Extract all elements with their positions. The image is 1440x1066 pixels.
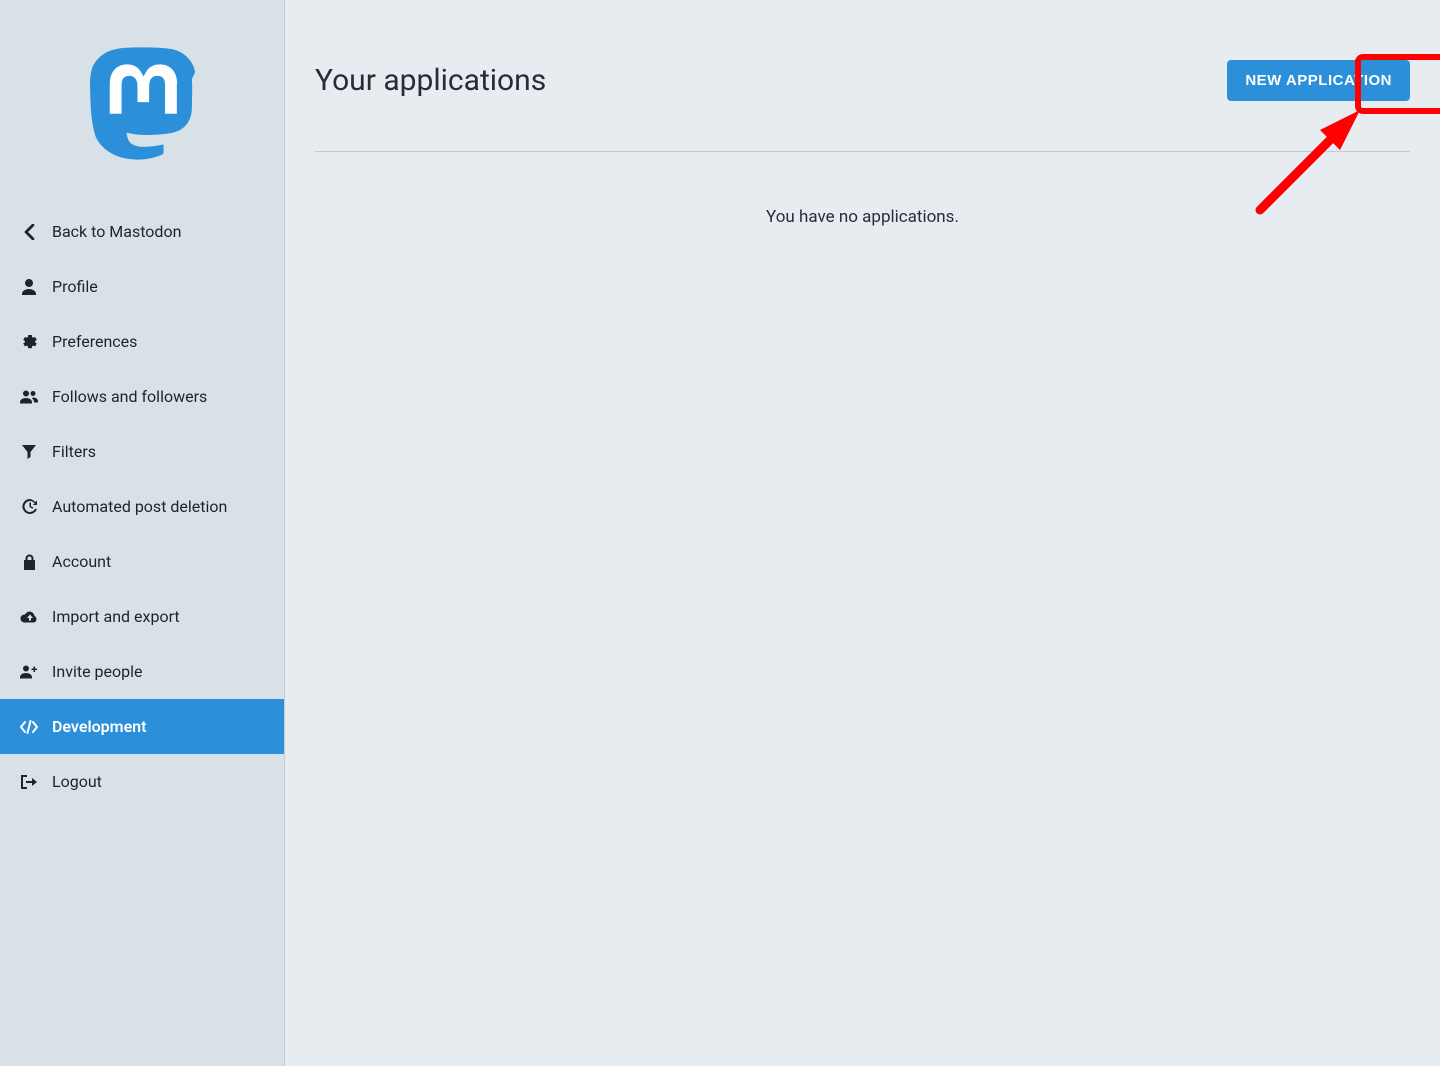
sidebar-item-label: Automated post deletion <box>52 497 227 516</box>
sidebar-item-follows[interactable]: Follows and followers <box>0 369 284 424</box>
sidebar-item-label: Follows and followers <box>52 387 207 406</box>
sidebar-item-label: Invite people <box>52 662 142 681</box>
user-icon <box>20 279 38 295</box>
new-application-button[interactable]: NEW APPLICATION <box>1227 60 1410 101</box>
sidebar-item-label: Import and export <box>52 607 180 626</box>
sidebar-item-logout[interactable]: Logout <box>0 754 284 809</box>
sidebar-item-label: Filters <box>52 442 96 461</box>
cloud-icon <box>20 610 38 624</box>
sidebar-nav: Back to Mastodon Profile Preferences Fol… <box>0 204 284 809</box>
filter-icon <box>20 445 38 459</box>
page-header: Your applications NEW APPLICATION <box>315 60 1410 152</box>
sidebar-item-label: Logout <box>52 772 102 791</box>
page-title: Your applications <box>315 63 546 98</box>
sidebar-item-back[interactable]: Back to Mastodon <box>0 204 284 259</box>
chevron-left-icon <box>20 224 38 240</box>
sidebar-item-import-export[interactable]: Import and export <box>0 589 284 644</box>
sidebar-item-label: Back to Mastodon <box>52 222 181 241</box>
sidebar-item-profile[interactable]: Profile <box>0 259 284 314</box>
history-icon <box>20 499 38 514</box>
sidebar-item-development[interactable]: Development <box>0 699 284 754</box>
code-icon <box>20 720 38 734</box>
sidebar-item-label: Development <box>52 717 146 736</box>
sidebar-item-label: Preferences <box>52 332 137 351</box>
lock-icon <box>20 554 38 570</box>
user-plus-icon <box>20 664 38 679</box>
sidebar-item-account[interactable]: Account <box>0 534 284 589</box>
main-content: Your applications NEW APPLICATION You ha… <box>285 0 1440 1066</box>
logo-area <box>0 0 284 204</box>
sidebar-item-filters[interactable]: Filters <box>0 424 284 479</box>
gear-icon <box>20 334 38 350</box>
empty-state-message: You have no applications. <box>315 152 1410 227</box>
users-icon <box>20 389 38 404</box>
signout-icon <box>20 775 38 789</box>
sidebar: Back to Mastodon Profile Preferences Fol… <box>0 0 285 1066</box>
sidebar-item-invite[interactable]: Invite people <box>0 644 284 699</box>
mastodon-logo-icon <box>87 46 197 164</box>
sidebar-item-automated-deletion[interactable]: Automated post deletion <box>0 479 284 534</box>
sidebar-item-preferences[interactable]: Preferences <box>0 314 284 369</box>
sidebar-item-label: Account <box>52 552 111 571</box>
sidebar-item-label: Profile <box>52 277 98 296</box>
